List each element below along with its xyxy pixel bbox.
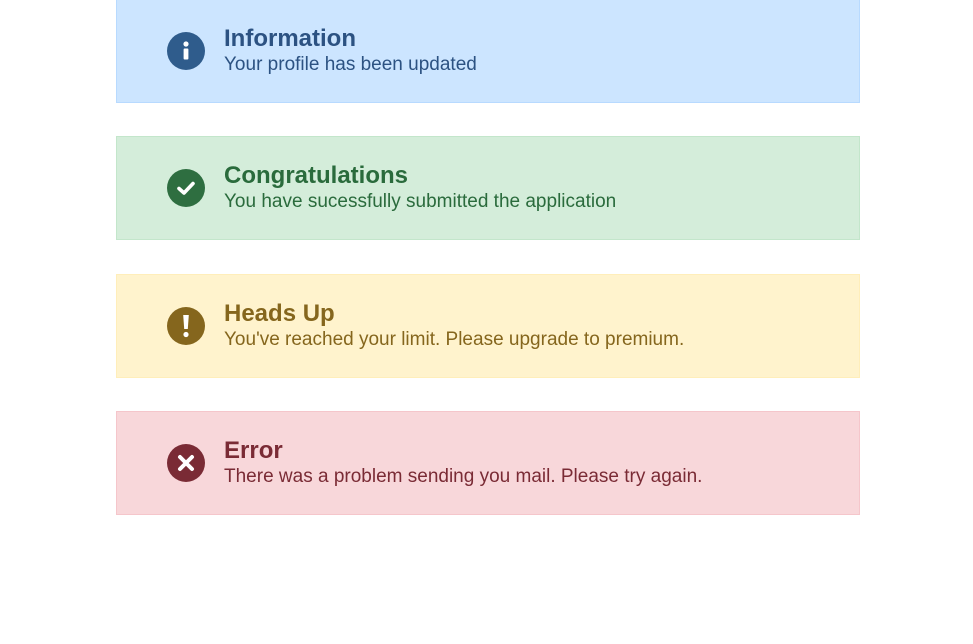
alert-success-message: You have sucessfully submitted the appli… [224, 191, 617, 212]
check-icon [167, 169, 205, 207]
alerts-container: Information Your profile has been update… [0, 0, 973, 644]
alert-info-content: Information Your profile has been update… [224, 25, 477, 77]
alert-info: Information Your profile has been update… [116, 0, 860, 103]
alert-info-title: Information [224, 25, 356, 52]
alert-error-title: Error [224, 437, 283, 464]
info-icon [167, 32, 205, 70]
alert-error: Error There was a problem sending you ma… [116, 411, 860, 515]
alert-success-title: Congratulations [224, 162, 408, 189]
alert-error-content: Error There was a problem sending you ma… [224, 437, 702, 489]
alert-info-message: Your profile has been updated [224, 54, 477, 75]
alert-warning-message: You've reached your limit. Please upgrad… [224, 329, 685, 350]
times-icon [167, 444, 205, 482]
alert-success: Congratulations You have sucessfully sub… [116, 136, 860, 240]
alert-error-message: There was a problem sending you mail. Pl… [224, 466, 703, 487]
alert-warning-content: Heads Up You've reached your limit. Plea… [224, 300, 684, 352]
alert-success-content: Congratulations You have sucessfully sub… [224, 162, 616, 214]
exclamation-icon [167, 307, 205, 345]
alert-warning-title: Heads Up [224, 300, 335, 327]
alert-warning: Heads Up You've reached your limit. Plea… [116, 274, 860, 378]
